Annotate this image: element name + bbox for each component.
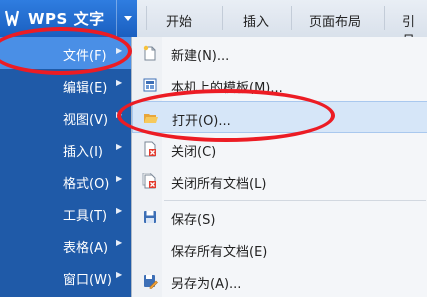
- submenu-item-save-as[interactable]: 另存为(A)...: [132, 265, 427, 297]
- submenu-item-close-all[interactable]: 关闭所有文档(L): [132, 165, 427, 197]
- submenu-item-label: 保存(S): [171, 213, 216, 228]
- menu-item-table[interactable]: 表格(A) ▶: [0, 229, 131, 261]
- submenu-item-label: 另存为(A)...: [171, 277, 242, 292]
- submenu-item-save[interactable]: 保存(S): [132, 201, 427, 233]
- template-icon: [143, 78, 157, 92]
- wps-logo-icon: [5, 10, 19, 27]
- app-title: WPS 文字: [28, 10, 105, 28]
- save-as-icon: [144, 275, 158, 289]
- submenu-item-save-all[interactable]: 保存所有文档(E): [132, 233, 427, 265]
- submenu-item-label: 新建(N)...: [171, 49, 230, 64]
- new-document-icon: [143, 45, 156, 61]
- annotation-circle-open: [117, 89, 335, 142]
- menu-item-label: 工具(T): [63, 209, 108, 224]
- chevron-right-icon: ▶: [116, 174, 123, 183]
- menu-item-insert[interactable]: 插入(I) ▶: [0, 133, 131, 165]
- menu-item-label: 窗口(W): [63, 273, 112, 288]
- chevron-right-icon: ▶: [116, 142, 123, 151]
- submenu-item-label: 关闭(C): [171, 145, 217, 160]
- menu-item-label: 视图(V): [63, 113, 109, 128]
- menu-item-label: 表格(A): [63, 241, 109, 256]
- menu-item-tools[interactable]: 工具(T) ▶: [0, 197, 131, 229]
- chevron-right-icon: ▶: [116, 78, 123, 87]
- save-icon: [144, 211, 156, 223]
- menu-item-view[interactable]: 视图(V) ▶: [0, 101, 131, 133]
- menu-item-label: 格式(O): [63, 177, 110, 192]
- chevron-right-icon: ▶: [116, 270, 123, 279]
- tab-insert[interactable]: 插入: [243, 11, 269, 30]
- file-submenu: 新建(N)... 本机上的模板(M)... 打开(O)... 关闭(C) 关闭所…: [131, 37, 427, 297]
- tab-page-layout[interactable]: 页面布局: [309, 11, 361, 30]
- app-menu-dropdown[interactable]: [116, 0, 138, 37]
- chevron-right-icon: ▶: [116, 238, 123, 247]
- submenu-item-new[interactable]: 新建(N)...: [132, 37, 427, 69]
- tab-separator: [384, 6, 385, 30]
- main-menu: 文件(F) ▶ 编辑(E) ▶ 视图(V) ▶ 插入(I) ▶ 格式(O) ▶ …: [0, 37, 131, 297]
- tab-home[interactable]: 开始: [166, 11, 192, 30]
- tab-separator: [222, 6, 223, 30]
- tab-separator: [146, 6, 147, 30]
- menu-item-window[interactable]: 窗口(W) ▶: [0, 261, 131, 293]
- menu-item-format[interactable]: 格式(O) ▶: [0, 165, 131, 197]
- close-document-icon: [144, 141, 156, 157]
- tab-separator: [291, 6, 292, 30]
- submenu-item-label: 保存所有文档(E): [171, 245, 268, 260]
- menu-item-label: 编辑(E): [63, 81, 108, 96]
- chevron-right-icon: ▶: [116, 206, 123, 215]
- close-all-documents-icon: [142, 173, 156, 189]
- chevron-down-icon: [123, 16, 132, 21]
- menu-item-label: 插入(I): [63, 145, 103, 160]
- submenu-item-label: 关闭所有文档(L): [171, 177, 267, 192]
